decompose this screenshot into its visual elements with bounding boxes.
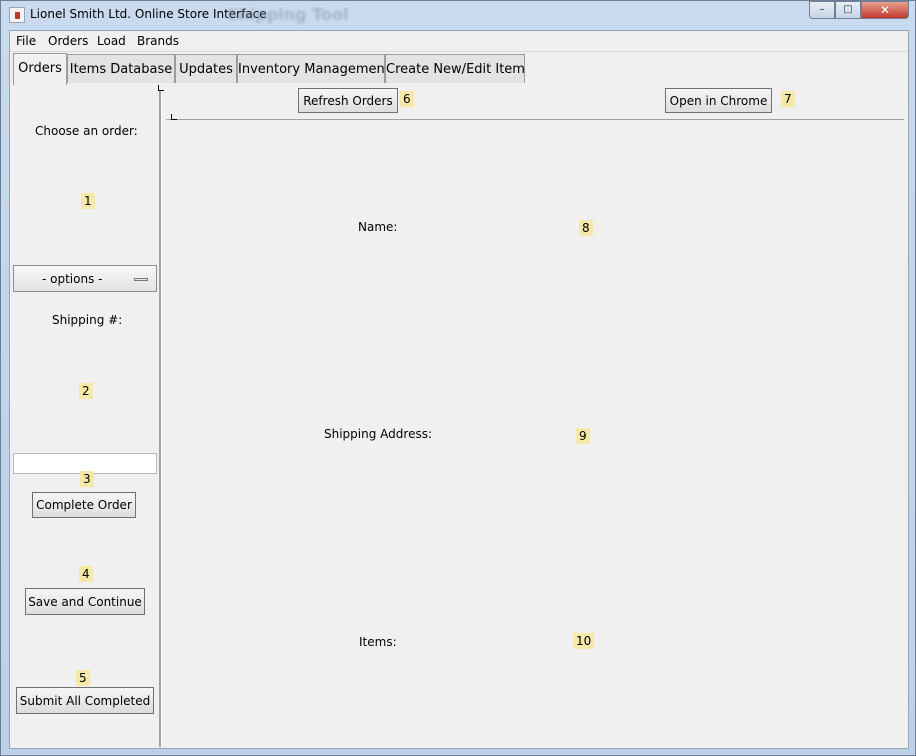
annotation-9: 9 xyxy=(576,428,590,444)
menu-load[interactable]: Load xyxy=(97,33,126,49)
horizontal-separator xyxy=(166,119,904,120)
annotation-4: 4 xyxy=(79,566,93,582)
option-menu-indicator-icon xyxy=(134,278,148,281)
annotation-3: 3 xyxy=(80,471,94,487)
annotation-6: 6 xyxy=(400,91,414,107)
app-window: Lionel Smith Ltd. Online Store Interface… xyxy=(0,0,916,756)
menu-brands[interactable]: Brands xyxy=(137,33,179,49)
close-button[interactable]: ✕ xyxy=(861,1,909,19)
tab-updates[interactable]: Updates xyxy=(175,54,237,83)
shipping-address-label: Shipping Address: xyxy=(324,427,432,441)
save-and-continue-button[interactable]: Save and Continue xyxy=(25,588,145,615)
annotation-7: 7 xyxy=(781,91,795,107)
sash-handle-mid[interactable] xyxy=(171,114,177,120)
menu-orders[interactable]: Orders xyxy=(48,33,88,49)
menu-file[interactable]: File xyxy=(16,33,36,49)
annotation-10: 10 xyxy=(573,633,595,649)
app-icon xyxy=(9,7,25,23)
complete-order-button[interactable]: Complete Order xyxy=(32,492,136,518)
maximize-button[interactable]: □ xyxy=(835,1,861,19)
submit-all-completed-button[interactable]: Submit All Completed xyxy=(16,687,154,714)
shipping-number-label: Shipping #: xyxy=(52,313,123,327)
minimize-icon: – xyxy=(819,4,825,15)
items-label: Items: xyxy=(359,635,397,649)
name-label: Name: xyxy=(358,220,398,234)
annotation-5: 5 xyxy=(76,670,90,686)
refresh-orders-button[interactable]: Refresh Orders xyxy=(298,88,398,113)
annotation-1: 1 xyxy=(81,193,95,209)
choose-order-label: Choose an order: xyxy=(35,124,138,138)
main-panel: Refresh Orders 6 Open in Chrome 7 Name: … xyxy=(158,85,908,749)
order-select[interactable]: - options - xyxy=(13,265,157,292)
title-bar[interactable]: Lionel Smith Ltd. Online Store Interface… xyxy=(1,1,915,29)
left-panel: Choose an order: 1 - options - Shipping … xyxy=(10,85,160,749)
close-icon: ✕ xyxy=(879,3,891,17)
tab-bar: Orders Items Database Updates Inventory … xyxy=(10,53,908,85)
tab-inventory-management[interactable]: Inventory Management xyxy=(237,54,390,83)
maximize-icon: □ xyxy=(843,4,853,15)
minimize-button[interactable]: – xyxy=(809,1,835,19)
tab-items-database[interactable]: Items Database xyxy=(67,54,175,83)
window-title-ghost: Shipping Tool xyxy=(227,5,349,24)
menu-bar: File Orders Load Brands xyxy=(10,31,908,52)
annotation-8: 8 xyxy=(579,220,593,236)
client-area: File Orders Load Brands Orders Items Dat… xyxy=(9,30,909,749)
annotation-2: 2 xyxy=(79,383,93,399)
order-select-value: - options - xyxy=(42,272,103,286)
tab-orders[interactable]: Orders xyxy=(13,53,67,85)
open-in-chrome-button[interactable]: Open in Chrome xyxy=(665,88,772,113)
sash-handle-top[interactable] xyxy=(158,85,164,91)
tab-create-edit-item[interactable]: Create New/Edit Item xyxy=(385,54,525,83)
